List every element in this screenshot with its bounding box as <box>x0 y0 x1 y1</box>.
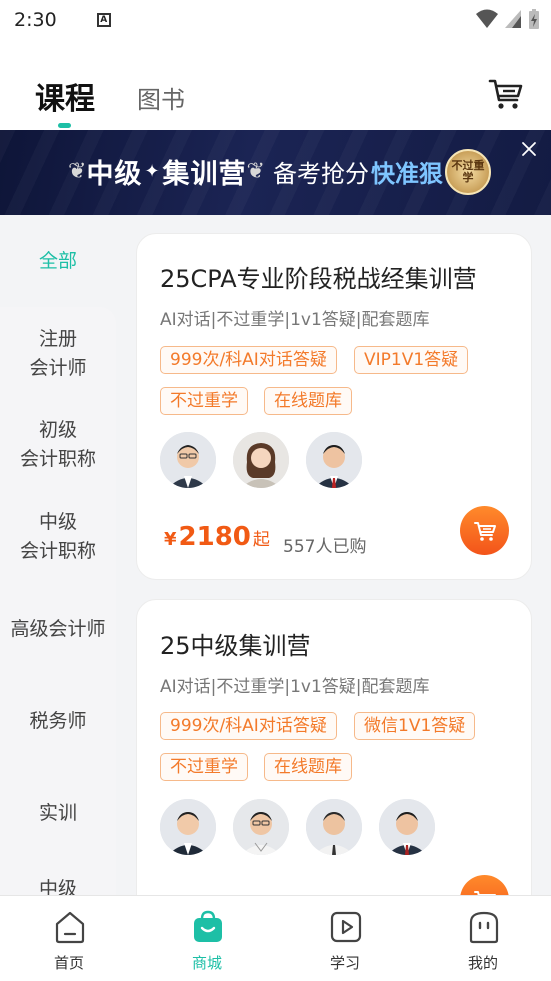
price-value: 2180 <box>178 522 251 552</box>
play-video-icon <box>330 911 362 943</box>
status-time: 2:30 <box>14 9 57 31</box>
banner-star-icon: ✦ <box>144 161 161 182</box>
shopping-cart-icon[interactable] <box>488 78 524 112</box>
course-card[interactable]: 25CPA专业阶段税战经集训营 AI对话|不过重学|1v1答疑|配套题库 999… <box>136 233 532 580</box>
teacher-avatar <box>160 799 216 855</box>
price-currency: ¥ <box>164 529 177 550</box>
course-tag: 不过重学 <box>160 753 248 781</box>
teacher-avatar <box>160 432 216 488</box>
nav-mall[interactable]: 商城 <box>138 896 276 981</box>
tab-books[interactable]: 图书 <box>137 80 185 115</box>
course-card[interactable]: 25中级集训营 AI对话|不过重学|1v1答疑|配套题库 999次/科AI对话答… <box>136 599 532 895</box>
course-features: AI对话|不过重学|1v1答疑|配套题库 <box>160 310 430 330</box>
course-tag: 在线题库 <box>264 753 352 781</box>
teacher-avatar <box>306 432 362 488</box>
course-title: 25CPA专业阶段税战经集训营 <box>160 265 477 293</box>
profile-face-icon <box>469 911 499 944</box>
battery-icon <box>529 9 539 29</box>
price-suffix: 起 <box>252 530 270 550</box>
guarantee-seal-badge: 不过重学 <box>445 149 491 195</box>
teacher-avatar <box>379 799 435 855</box>
course-tag: 微信1V1答疑 <box>354 712 476 740</box>
nav-mall-label: 商城 <box>191 954 222 972</box>
course-features: AI对话|不过重学|1v1答疑|配套题库 <box>160 677 430 697</box>
sidebar-item-cpa[interactable]: 注册 会计师 <box>0 325 116 383</box>
course-tag: 999次/科AI对话答疑 <box>160 712 337 740</box>
cart-icon <box>473 521 496 541</box>
signal-icon <box>505 10 521 28</box>
sidebar-item-tax-advisor[interactable]: 税务师 <box>0 707 116 736</box>
category-sidebar: 全部 注册 会计师 初级 会计职称 中级 会计职称 高级会计师 税务师 实训 中… <box>0 215 116 895</box>
sidebar-item-all[interactable]: 全部 <box>0 247 116 276</box>
home-icon <box>55 911 85 944</box>
course-tag: 不过重学 <box>160 387 248 415</box>
course-tag: 999次/科AI对话答疑 <box>160 346 337 374</box>
teacher-avatar <box>306 799 362 855</box>
laurel-left-icon: ❦ <box>68 159 87 184</box>
banner-title-left: 中级 <box>86 159 143 190</box>
tab-courses[interactable]: 课程 <box>35 74 95 118</box>
nav-study-label: 学习 <box>329 954 360 972</box>
sidebar-item-practice-training[interactable]: 实训 <box>0 799 116 828</box>
course-tag: VIP1V1答疑 <box>354 346 469 374</box>
laurel-right-icon: ❦ <box>246 159 265 184</box>
banner-title-right: 集训营 <box>162 159 247 190</box>
mall-bag-icon <box>194 910 222 942</box>
status-bar: 2:30 A <box>0 0 551 40</box>
nav-home[interactable]: 首页 <box>0 896 138 981</box>
nav-profile[interactable]: 我的 <box>414 896 551 981</box>
sidebar-item-senior-accountant[interactable]: 高级会计师 <box>0 615 116 644</box>
nav-study[interactable]: 学习 <box>276 896 414 981</box>
top-tab-bar: 课程 图书 <box>0 60 551 130</box>
close-icon[interactable] <box>520 140 538 158</box>
teacher-avatar <box>233 799 289 855</box>
banner-emphasis: 快准狠 <box>370 160 443 188</box>
nav-home-label: 首页 <box>53 954 84 972</box>
teacher-avatar <box>233 432 289 488</box>
course-list: 25CPA专业阶段税战经集训营 AI对话|不过重学|1v1答疑|配套题库 999… <box>116 215 551 895</box>
bottom-navigation: 首页 商城 学习 我的 <box>0 895 551 981</box>
add-to-cart-button[interactable] <box>460 875 509 895</box>
notification-icon: A <box>96 13 111 27</box>
banner-headline: ❦ 中级 ✦ 集训营 ❦ 备考抢分 快准狠 ! <box>68 152 455 191</box>
banner-subtitle: 备考抢分 <box>272 160 369 188</box>
course-tag: 在线题库 <box>264 387 352 415</box>
sidebar-item-junior-accountant[interactable]: 初级 会计职称 <box>0 416 116 474</box>
course-title: 25中级集训营 <box>160 632 311 660</box>
status-icons <box>475 8 541 30</box>
active-tab-indicator <box>58 123 71 128</box>
course-price: ¥ 2180 起 <box>164 522 270 552</box>
sidebar-item-intermediate-accountant[interactable]: 中级 会计职称 <box>0 508 116 566</box>
sidebar-item-intermediate[interactable]: 中级 <box>0 875 116 895</box>
sold-count: 557人已购 <box>283 537 367 557</box>
promo-banner[interactable]: ❦ 中级 ✦ 集训营 ❦ 备考抢分 快准狠 ! 不过重学 <box>0 130 551 215</box>
nav-profile-label: 我的 <box>467 954 498 972</box>
add-to-cart-button[interactable] <box>460 506 509 555</box>
wifi-icon <box>476 9 498 28</box>
